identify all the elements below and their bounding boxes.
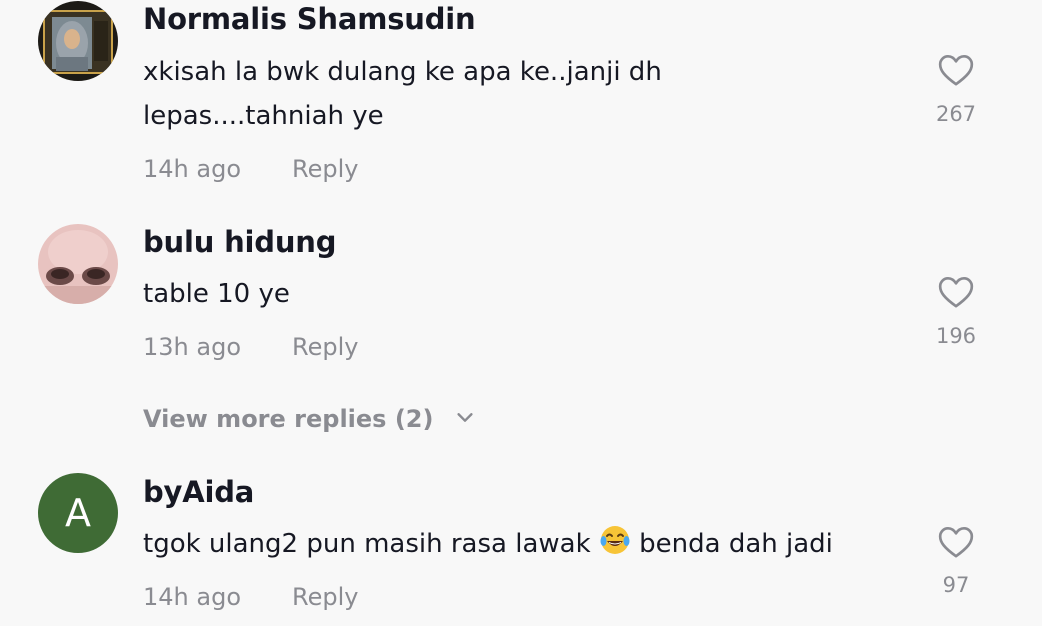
avatar[interactable] bbox=[38, 1, 118, 81]
view-more-replies-button[interactable]: View more replies (2) bbox=[143, 405, 476, 434]
like-count: 267 bbox=[935, 102, 977, 126]
comment-meta: 14h ago Reply bbox=[143, 583, 358, 611]
comment-meta: 13h ago Reply bbox=[143, 333, 358, 361]
reply-button[interactable]: Reply bbox=[292, 583, 358, 611]
tears-of-joy-emoji bbox=[599, 524, 631, 570]
like-count: 196 bbox=[935, 324, 977, 348]
comment-username[interactable]: byAida bbox=[143, 475, 254, 509]
chevron-down-icon bbox=[454, 406, 476, 434]
like-button[interactable] bbox=[936, 50, 976, 90]
comment-text: table 10 ye bbox=[143, 279, 290, 309]
comment-text: xkisah la bwk dulang ke apa ke..janji dh bbox=[143, 57, 662, 87]
reply-button[interactable]: Reply bbox=[292, 155, 358, 183]
comment-text: tgok ulang2 pun masih rasa lawak benda d… bbox=[143, 522, 833, 570]
like-button[interactable] bbox=[936, 522, 976, 562]
avatar[interactable]: A bbox=[38, 473, 118, 553]
heart-outline-icon bbox=[938, 527, 974, 558]
comment-time: 13h ago bbox=[143, 333, 242, 361]
avatar[interactable] bbox=[38, 224, 118, 304]
comment-time: 14h ago bbox=[143, 583, 242, 611]
heart-outline-icon bbox=[938, 55, 974, 86]
comment-text: lepas....tahniah ye bbox=[143, 101, 384, 131]
like-button[interactable] bbox=[936, 272, 976, 312]
comment-time: 14h ago bbox=[143, 155, 242, 183]
heart-outline-icon bbox=[938, 277, 974, 308]
comment-username[interactable]: Normalis Shamsudin bbox=[143, 2, 476, 36]
comment-text-part: benda dah jadi bbox=[639, 529, 833, 559]
comment-meta: 14h ago Reply bbox=[143, 155, 358, 183]
like-count: 97 bbox=[942, 573, 970, 597]
view-more-label: View more replies (2) bbox=[143, 405, 434, 433]
comment-text-part: tgok ulang2 pun masih rasa lawak bbox=[143, 529, 591, 559]
reply-button[interactable]: Reply bbox=[292, 333, 358, 361]
comment-username[interactable]: bulu hidung bbox=[143, 225, 336, 259]
avatar-letter: A bbox=[65, 491, 91, 535]
